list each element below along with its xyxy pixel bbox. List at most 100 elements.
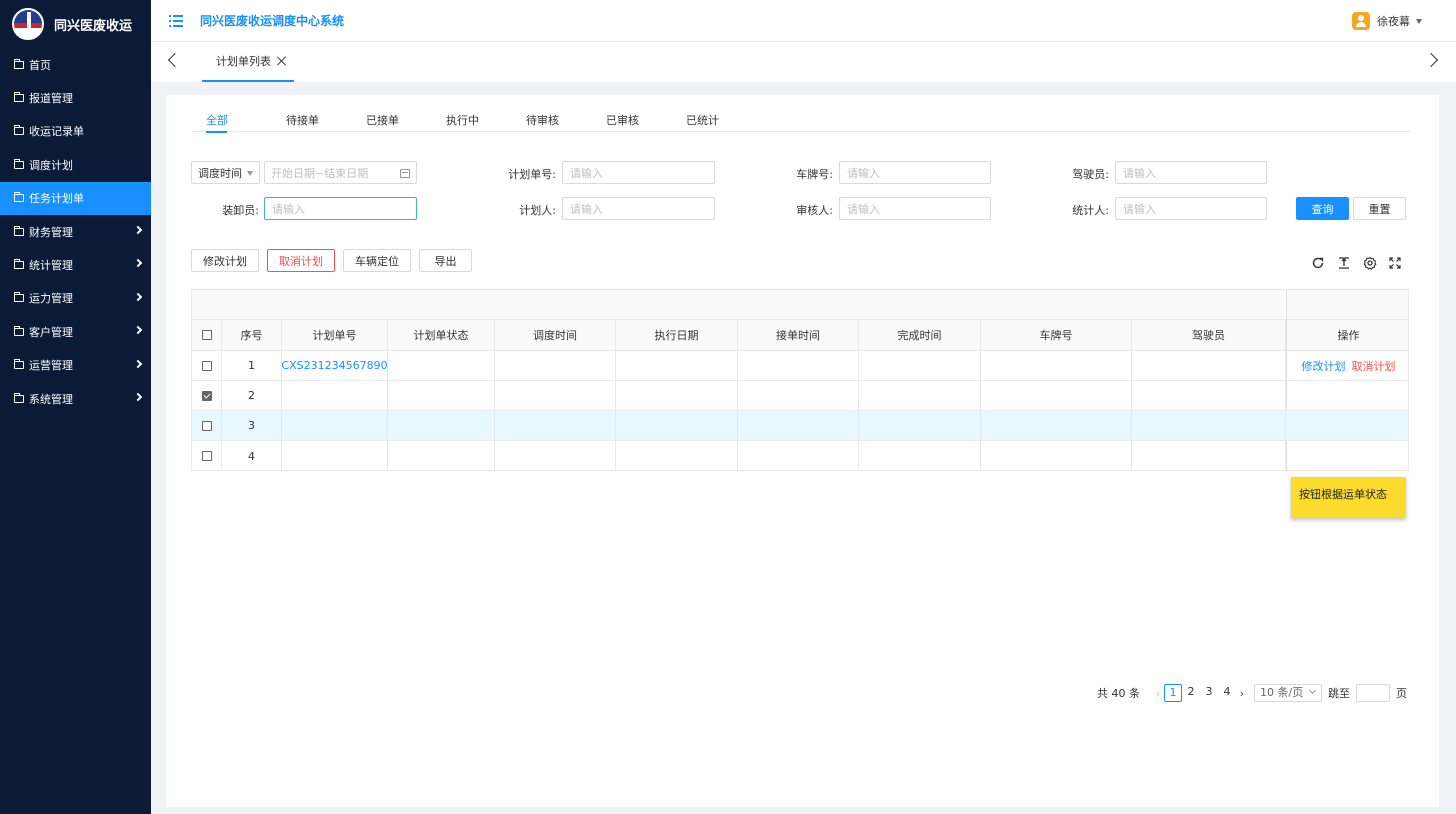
status-tab-6[interactable]: 已统计 (672, 112, 752, 132)
page-number[interactable]: 1 (1164, 684, 1182, 702)
status-tab-0[interactable]: 全部 (192, 112, 272, 133)
row-select-cell (192, 381, 222, 410)
column-header: 序号 (222, 320, 282, 350)
page-size-select[interactable]: 10 条/页 (1254, 684, 1322, 702)
close-icon[interactable] (277, 56, 287, 66)
time-type-value: 调度时间 (198, 166, 242, 180)
sidebar-item-9[interactable]: 运营管理 (0, 349, 151, 382)
refresh-icon[interactable] (1311, 256, 1325, 270)
operation-cell (1288, 441, 1409, 471)
folder-icon (14, 259, 24, 270)
query-button[interactable]: 查询 (1296, 197, 1349, 220)
sidebar-item-8[interactable]: 客户管理 (0, 315, 151, 348)
table-row[interactable]: 1 CXS231234567890 修改计划 取消计划 (192, 351, 1408, 381)
jump-page-input[interactable] (1356, 684, 1390, 702)
row-index: 1 (222, 351, 282, 380)
row-checkbox[interactable] (201, 420, 212, 431)
fullscreen-icon[interactable] (1388, 256, 1402, 270)
table-cell (1132, 381, 1286, 410)
status-tab-1[interactable]: 待接单 (272, 112, 352, 132)
sidebar-item-3[interactable]: 调度计划 (0, 148, 151, 181)
select-all-checkbox[interactable] (201, 330, 212, 340)
folder-icon (14, 158, 24, 169)
page-size-value: 10 条/页 (1260, 686, 1304, 699)
chevron-right-icon (133, 259, 143, 268)
folder-icon (14, 392, 24, 403)
tab-next-icon[interactable] (1423, 52, 1439, 68)
main-panel: 全部 待接单 已接单 执行中 待审核 已审核 已统计 调度时间 开始日期~结束日期 计划单号… (166, 95, 1439, 807)
auditor-label: 审核人: (796, 204, 833, 217)
locate-vehicle-button[interactable]: 车辆定位 (343, 249, 411, 272)
header: 同兴医废收运调度中心系统 徐夜幕 (151, 0, 1456, 42)
tab-prev-icon[interactable] (167, 52, 183, 68)
sidebar-item-1[interactable]: 报道管理 (0, 81, 151, 114)
loader-input[interactable]: 请输入 (264, 197, 417, 220)
sidebar-item-6[interactable]: 统计管理 (0, 248, 151, 281)
column-height-icon[interactable] (1337, 256, 1351, 270)
reset-button[interactable]: 重置 (1353, 197, 1406, 220)
placeholder: 请输入 (1123, 166, 1156, 180)
sidebar-item-2[interactable]: 收运记录单 (0, 115, 151, 148)
folder-icon (14, 325, 24, 336)
plan-table: 序号 计划单号 计划单状态 调度时间 执行日期 接单时间 完成时间 车牌号 驾驶员 操作 1 CXS… (191, 289, 1409, 472)
user-menu[interactable]: 徐夜幕 (1352, 12, 1422, 30)
page-number[interactable]: 3 (1200, 684, 1218, 702)
table-row[interactable]: 2 (192, 381, 1408, 411)
sidebar-item-10[interactable]: 系统管理 (0, 382, 151, 415)
row-checkbox[interactable] (201, 390, 212, 401)
edit-plan-button[interactable]: 修改计划 (191, 249, 259, 272)
row-checkbox[interactable] (201, 451, 212, 461)
tab-plan-list[interactable]: 计划单列表 (202, 42, 294, 82)
loader-label: 装卸员: (222, 204, 259, 217)
cancel-plan-button[interactable]: 取消计划 (267, 249, 335, 272)
jump-label: 跳至 (1328, 687, 1350, 700)
sidebar-item-label: 收运记录单 (29, 125, 84, 139)
stat-input[interactable]: 请输入 (1115, 197, 1267, 220)
sidebar-item-7[interactable]: 运力管理 (0, 282, 151, 315)
planner-input[interactable]: 请输入 (562, 197, 715, 220)
folder-icon (14, 125, 24, 136)
date-range-placeholder: 开始日期~结束日期 (271, 166, 369, 180)
plan-no-link[interactable]: CXS231234567890 (281, 359, 387, 372)
date-range-input[interactable]: 开始日期~结束日期 (264, 161, 417, 184)
prev-page-icon[interactable]: ‹ (1152, 687, 1164, 700)
row-checkbox[interactable] (201, 360, 212, 371)
auditor-input[interactable]: 请输入 (839, 197, 991, 220)
sidebar-item-label: 财务管理 (29, 225, 73, 239)
page-number[interactable]: 4 (1218, 684, 1236, 702)
row-select-cell (192, 351, 222, 380)
settings-icon[interactable] (1363, 256, 1377, 270)
page-number[interactable]: 2 (1182, 684, 1200, 702)
column-header: 计划单状态 (388, 320, 495, 350)
row-cancel-plan-link[interactable]: 取消计划 (1352, 358, 1396, 374)
status-tab-4[interactable]: 待审核 (512, 112, 592, 132)
menu-toggle-icon[interactable] (169, 14, 183, 27)
status-tab-5[interactable]: 已审核 (592, 112, 672, 132)
select-all-cell (192, 320, 222, 350)
tab-label: 计划单列表 (216, 55, 271, 68)
planner-label: 计划人: (519, 204, 556, 217)
export-button[interactable]: 导出 (419, 249, 472, 272)
table-row[interactable]: 3 (192, 411, 1408, 441)
time-type-select[interactable]: 调度时间 (191, 161, 260, 184)
sidebar-item-label: 系统管理 (29, 392, 73, 406)
row-edit-plan-link[interactable]: 修改计划 (1302, 358, 1346, 374)
next-page-icon[interactable]: › (1236, 687, 1248, 700)
row-select-cell (192, 441, 222, 471)
table-row[interactable]: 4 (192, 441, 1408, 471)
plan-no-input[interactable]: 请输入 (562, 161, 715, 184)
table-cell (616, 381, 738, 410)
column-header: 调度时间 (495, 320, 616, 350)
system-title: 同兴医废收运调度中心系统 (200, 14, 345, 28)
sidebar-item-label: 客户管理 (29, 325, 73, 339)
driver-input[interactable]: 请输入 (1115, 161, 1267, 184)
row-select-cell (192, 411, 222, 440)
table-cell (859, 381, 981, 410)
plate-input[interactable]: 请输入 (839, 161, 991, 184)
sidebar-item-0[interactable]: 首页 (0, 48, 151, 81)
sidebar-item-5[interactable]: 财务管理 (0, 215, 151, 248)
sidebar-item-4[interactable]: 任务计划单 (0, 181, 151, 215)
status-tab-3[interactable]: 执行中 (432, 112, 512, 132)
pagination: 共 40 条 ‹ 1234 › 10 条/页 跳至 页 (1097, 684, 1407, 702)
status-tab-2[interactable]: 已接单 (352, 112, 432, 132)
